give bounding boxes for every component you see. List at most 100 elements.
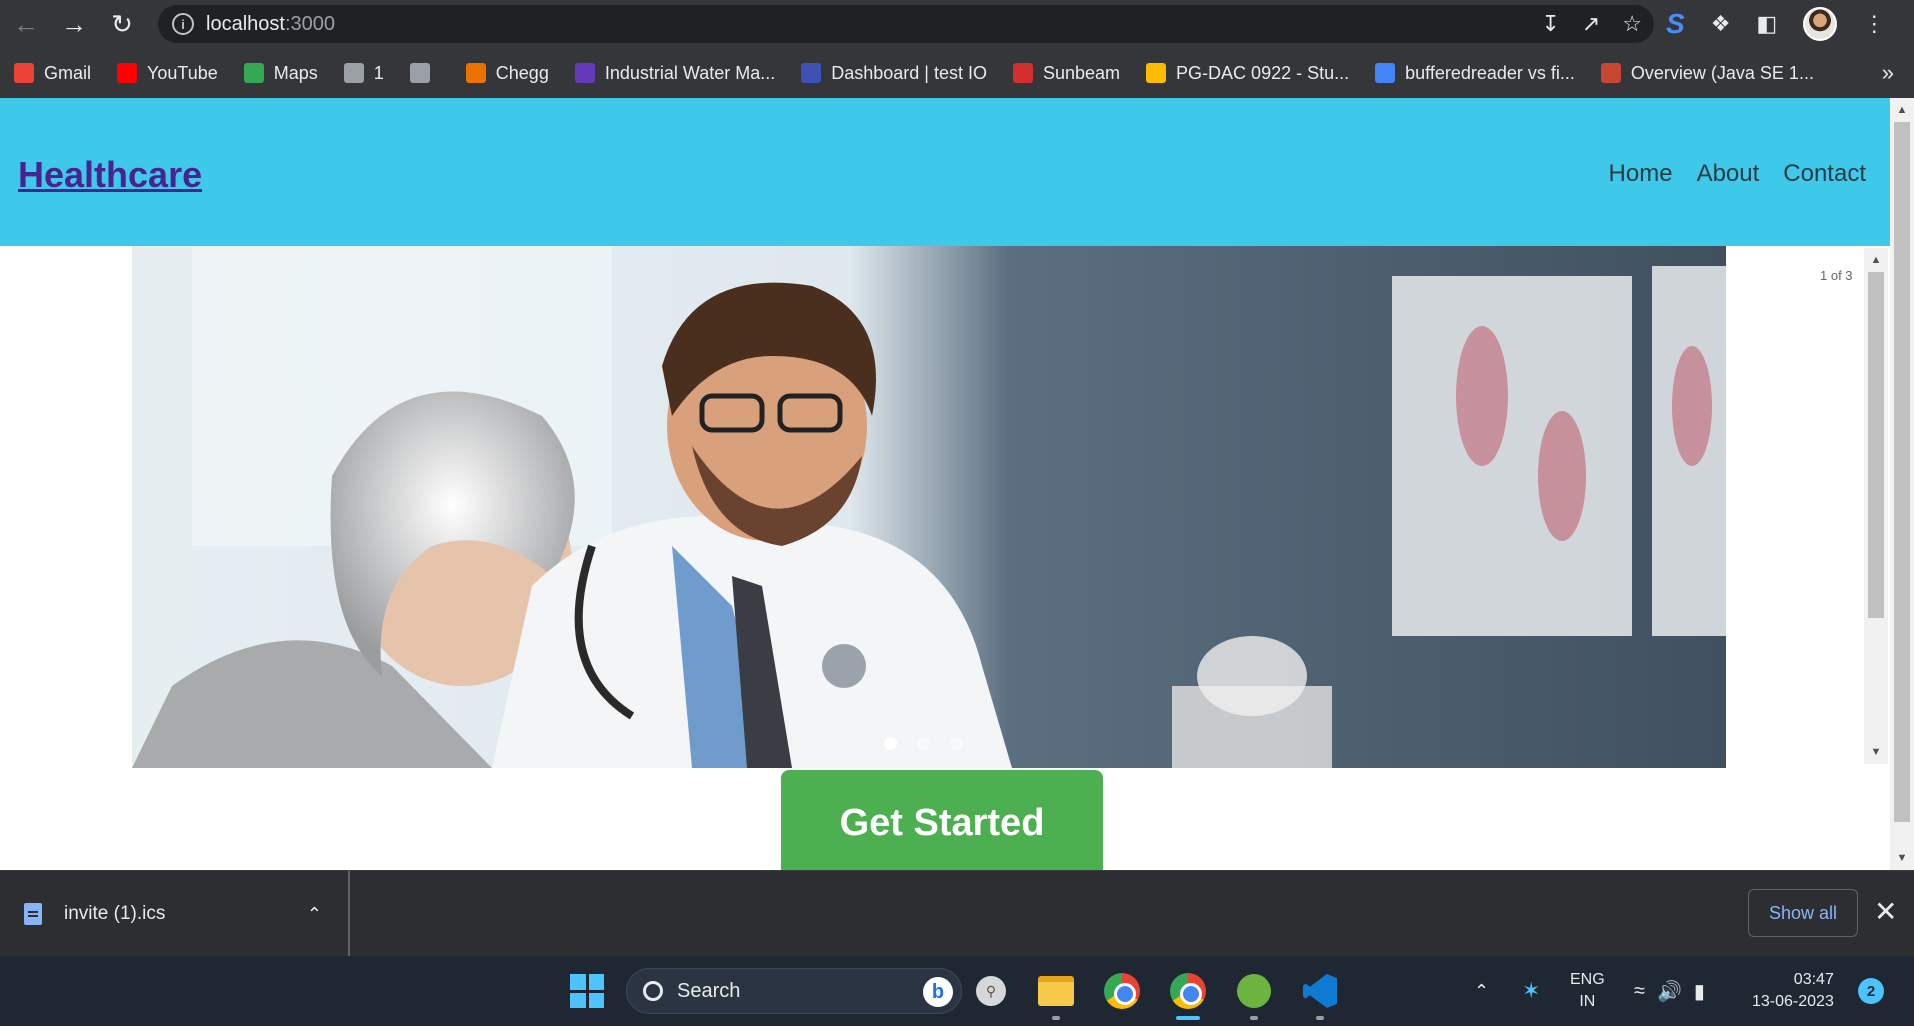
bookmark-item[interactable]: Dashboard | test IO (801, 63, 987, 84)
bookmark-item[interactable]: Gmail (14, 63, 91, 84)
brand-link[interactable]: Healthcare (18, 154, 202, 196)
url-text[interactable]: localhost:3000 (206, 13, 335, 36)
bookmark-item[interactable]: Chegg (465, 62, 549, 84)
chevron-up-icon[interactable]: ⌃ (307, 904, 322, 925)
nav-home[interactable]: Home (1609, 160, 1673, 188)
bookmark-label: Dashboard | test IO (831, 62, 987, 83)
menu-icon[interactable]: ⋮ (1863, 11, 1885, 37)
profile-avatar[interactable] (1803, 7, 1838, 41)
bing-icon[interactable]: b (923, 977, 953, 1007)
system-status[interactable]: ≈ 🔊 ▮ (1634, 956, 1705, 1026)
doctor-patient-image (132, 246, 1726, 768)
page-viewport: Healthcare Home About Contact 1 of 3 ▲ ▼… (0, 98, 1914, 870)
chrome-profile-icon[interactable] (1167, 970, 1209, 1012)
carousel-dot-3[interactable] (950, 737, 963, 750)
get-started-button[interactable]: Get Started (781, 770, 1103, 870)
language-label: ENG (1570, 971, 1605, 988)
carousel-dot-2[interactable] (917, 737, 930, 750)
search-app-icon[interactable]: ⚲ (970, 970, 1012, 1012)
region-label: IN (1579, 993, 1596, 1010)
download-file-name: invite (1).ics (64, 903, 166, 924)
hero-carousel[interactable] (132, 246, 1726, 768)
page-scrollbar[interactable]: ▲ ▼ (1890, 98, 1914, 870)
side-panel-icon[interactable]: ◧ (1756, 11, 1777, 37)
testio-icon (801, 63, 822, 83)
chrome-icon[interactable] (1101, 970, 1143, 1012)
more-bookmarks-icon[interactable]: » (1882, 48, 1894, 98)
bookmark-item[interactable]: Industrial Water Ma... (574, 62, 776, 84)
scroll-up-icon[interactable]: ▲ (1864, 250, 1888, 270)
page-scroll-up-icon[interactable]: ▲ (1890, 100, 1914, 120)
slide-counter: 1 of 3 (1820, 268, 1853, 283)
oracle-icon (1600, 63, 1621, 83)
bookmark-label: Maps (273, 62, 318, 83)
taskbar-search[interactable]: Search b (626, 968, 962, 1014)
reload-icon[interactable]: ↻ (100, 2, 144, 46)
forms-icon (574, 63, 595, 83)
bookmark-label: bufferedreader vs fi... (1405, 62, 1575, 83)
page-scroll-down-icon[interactable]: ▼ (1890, 848, 1914, 868)
file-icon (24, 903, 42, 925)
site-header: Healthcare Home About Contact (0, 98, 1890, 246)
bookmark-item[interactable]: bufferedreader vs fi... (1375, 63, 1575, 84)
windows-taskbar: Search b ⚲ ⌃ ✶ ENG IN ≈ 🔊 ▮ 03:47 13-06-20… (0, 956, 1914, 1026)
nav-contact[interactable]: Contact (1783, 160, 1866, 188)
bluetooth-icon[interactable]: ✶ (1522, 956, 1540, 1026)
bookmark-item[interactable]: YouTube (117, 63, 218, 84)
browser-toolbar: ← → ↻ i localhost:3000 ↧ ↗ ☆ S ❖ ◧ ⋮ (0, 0, 1914, 48)
chegg-icon (465, 63, 486, 83)
carousel-dot-1[interactable] (884, 737, 897, 750)
chevron-up-icon[interactable]: ⌃ (1474, 956, 1489, 1026)
extensions-puzzle-icon[interactable]: ❖ (1711, 11, 1731, 37)
vscode-icon[interactable] (1299, 970, 1341, 1012)
file-explorer-icon[interactable] (1035, 970, 1077, 1012)
bookmark-star-icon[interactable]: ☆ (1622, 11, 1642, 37)
windows-start-icon[interactable] (570, 974, 604, 1008)
install-icon[interactable]: ↧ (1541, 11, 1559, 37)
show-all-button[interactable]: Show all (1748, 889, 1858, 937)
battery-icon: ▮ (1693, 980, 1705, 1003)
bookmark-item[interactable]: PG-DAC 0922 - Stu... (1146, 63, 1349, 84)
scrollbar-thumb[interactable] (1868, 272, 1884, 618)
site-info-icon[interactable]: i (172, 13, 194, 35)
scroll-down-icon[interactable]: ▼ (1864, 742, 1888, 762)
spring-tools-icon[interactable] (1233, 970, 1275, 1012)
bookmark-label: Chegg (495, 62, 549, 83)
close-icon[interactable]: ✕ (1874, 895, 1897, 928)
language-indicator[interactable]: ENG IN (1570, 956, 1605, 1026)
notification-center[interactable]: 2 (1858, 956, 1884, 1026)
notification-badge: 2 (1858, 978, 1884, 1004)
bookmark-item[interactable]: Overview (Java SE 1... (1600, 62, 1814, 84)
bookmark-label: Industrial Water Ma... (604, 62, 776, 83)
bookmark-label: PG-DAC 0922 - Stu... (1176, 62, 1350, 83)
bookmark-item[interactable]: 1 (343, 63, 384, 84)
download-item[interactable]: invite (1).ics ⌃ (24, 871, 350, 957)
bookmark-label: Overview (Java SE 1... (1630, 62, 1814, 83)
page-scrollbar-thumb[interactable] (1894, 122, 1910, 822)
bookmark-item[interactable]: Maps (243, 62, 318, 84)
date-label: 13-06-2023 (1752, 993, 1834, 1010)
search-label: Search (677, 979, 741, 1002)
forward-icon[interactable]: → (52, 2, 96, 46)
drive-icon (1146, 63, 1167, 83)
download-bar: invite (1).ics ⌃ Show all ✕ (0, 870, 1914, 957)
running-indicator (1052, 1016, 1060, 1020)
share-icon[interactable]: ↗ (1582, 11, 1600, 37)
gmail-icon (14, 63, 34, 83)
back-icon[interactable]: ← (4, 2, 48, 46)
carousel-scrollbar[interactable]: ▲ ▼ (1864, 248, 1888, 764)
extension-s-icon[interactable]: S (1666, 8, 1685, 40)
bookmark-label: YouTube (147, 62, 218, 83)
active-indicator (1176, 1016, 1200, 1020)
address-bar[interactable]: i localhost:3000 ↧ ↗ ☆ (158, 5, 1654, 43)
download-icon (409, 63, 430, 83)
nav-about[interactable]: About (1697, 160, 1760, 188)
wifi-icon: ≈ (1634, 979, 1645, 1002)
bookmark-label: Gmail (44, 62, 92, 83)
bookmark-item[interactable]: Sunbeam (1012, 63, 1120, 84)
maps-icon (243, 63, 264, 83)
running-indicator (1316, 1016, 1324, 1020)
bookmark-item[interactable] (409, 63, 440, 83)
youtube-icon (117, 63, 138, 83)
clock[interactable]: 03:47 13-06-2023 (1752, 956, 1834, 1026)
